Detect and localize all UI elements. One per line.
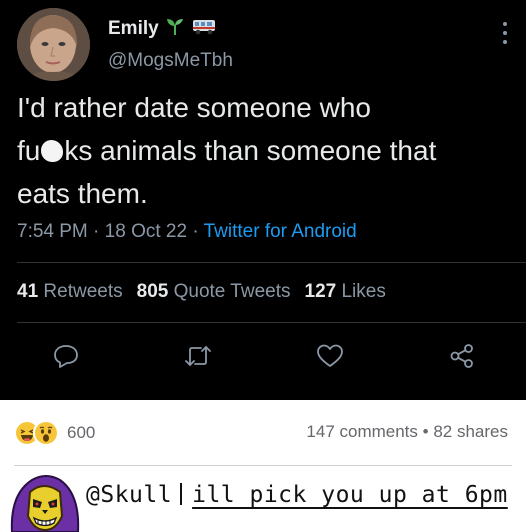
divider <box>17 322 526 323</box>
tweet-actions <box>0 340 526 376</box>
profile-avatar[interactable] <box>17 8 90 81</box>
meta-separator: · <box>93 221 105 242</box>
reply-icon[interactable] <box>50 340 82 372</box>
tweet-card: Emily @MogsMeTbh I'd rather date someone… <box>0 0 526 400</box>
shares-count[interactable]: 82 shares <box>433 422 508 441</box>
share-icon[interactable] <box>446 340 478 372</box>
display-name[interactable]: Emily <box>108 18 159 40</box>
comment-text: ill pick you up at 6pm <box>192 482 508 508</box>
divider <box>14 465 512 466</box>
tweet-text: I'd rather date someone who fu ks animals… <box>17 86 517 215</box>
van-icon <box>191 16 217 41</box>
wow-emoji-icon <box>33 420 59 446</box>
retweets-label: Retweets <box>43 281 123 302</box>
sprout-icon <box>165 16 185 41</box>
post-footer: 600 147 comments • 82 shares @Skull ill p… <box>0 400 526 532</box>
meta-separator: · <box>192 221 204 242</box>
tweet-date: 18 Oct 22 <box>104 221 188 242</box>
more-icon[interactable] <box>502 22 508 44</box>
comment-mention[interactable]: @Skull <box>86 482 172 508</box>
censor-blob <box>41 140 64 162</box>
like-icon[interactable] <box>314 340 346 372</box>
tweet-text-line-1: I'd rather date someone who <box>17 92 372 123</box>
likes-count: 127 <box>304 281 337 302</box>
text-cursor <box>180 483 183 505</box>
tweet-text-line-2-end: ks animals than someone that <box>64 135 437 166</box>
divider <box>17 262 526 263</box>
tweet-time: 7:54 PM <box>17 221 88 242</box>
quotes-count: 805 <box>136 281 169 302</box>
engagement-separator: • <box>422 422 434 441</box>
tweet-text-line-2-start: fu <box>17 135 41 166</box>
retweets-count: 41 <box>17 281 39 302</box>
tweet-stats: 41 Retweets 805 Quote Tweets 127 Likes <box>17 281 386 303</box>
likes-stat[interactable]: 127 Likes <box>305 281 386 302</box>
retweets-stat[interactable]: 41 Retweets <box>17 281 123 302</box>
engagement-summary: 147 comments • 82 shares <box>306 422 508 442</box>
tweet-text-line-2: fu ks animals than someone that <box>17 129 517 172</box>
reaction-count: 600 <box>67 423 96 442</box>
likes-label: Likes <box>341 281 386 302</box>
comment: @Skull ill pick you up at 6pm <box>86 482 508 508</box>
skeletor-avatar-icon[interactable] <box>6 472 82 532</box>
reactions-summary[interactable]: 600 <box>14 420 95 446</box>
tweet-meta: 7:54 PM · 18 Oct 22 · Twitter for Androi… <box>17 221 357 243</box>
name-row: Emily <box>108 16 217 41</box>
tweet-text-line-3: eats them. <box>17 178 148 209</box>
tweet-source[interactable]: Twitter for Android <box>204 221 357 242</box>
comments-count[interactable]: 147 comments <box>306 422 418 441</box>
quotes-stat[interactable]: 805 Quote Tweets <box>137 281 291 302</box>
quotes-label: Quote Tweets <box>173 281 291 302</box>
handle[interactable]: @MogsMeTbh <box>108 50 233 72</box>
retweet-icon[interactable] <box>182 340 214 372</box>
